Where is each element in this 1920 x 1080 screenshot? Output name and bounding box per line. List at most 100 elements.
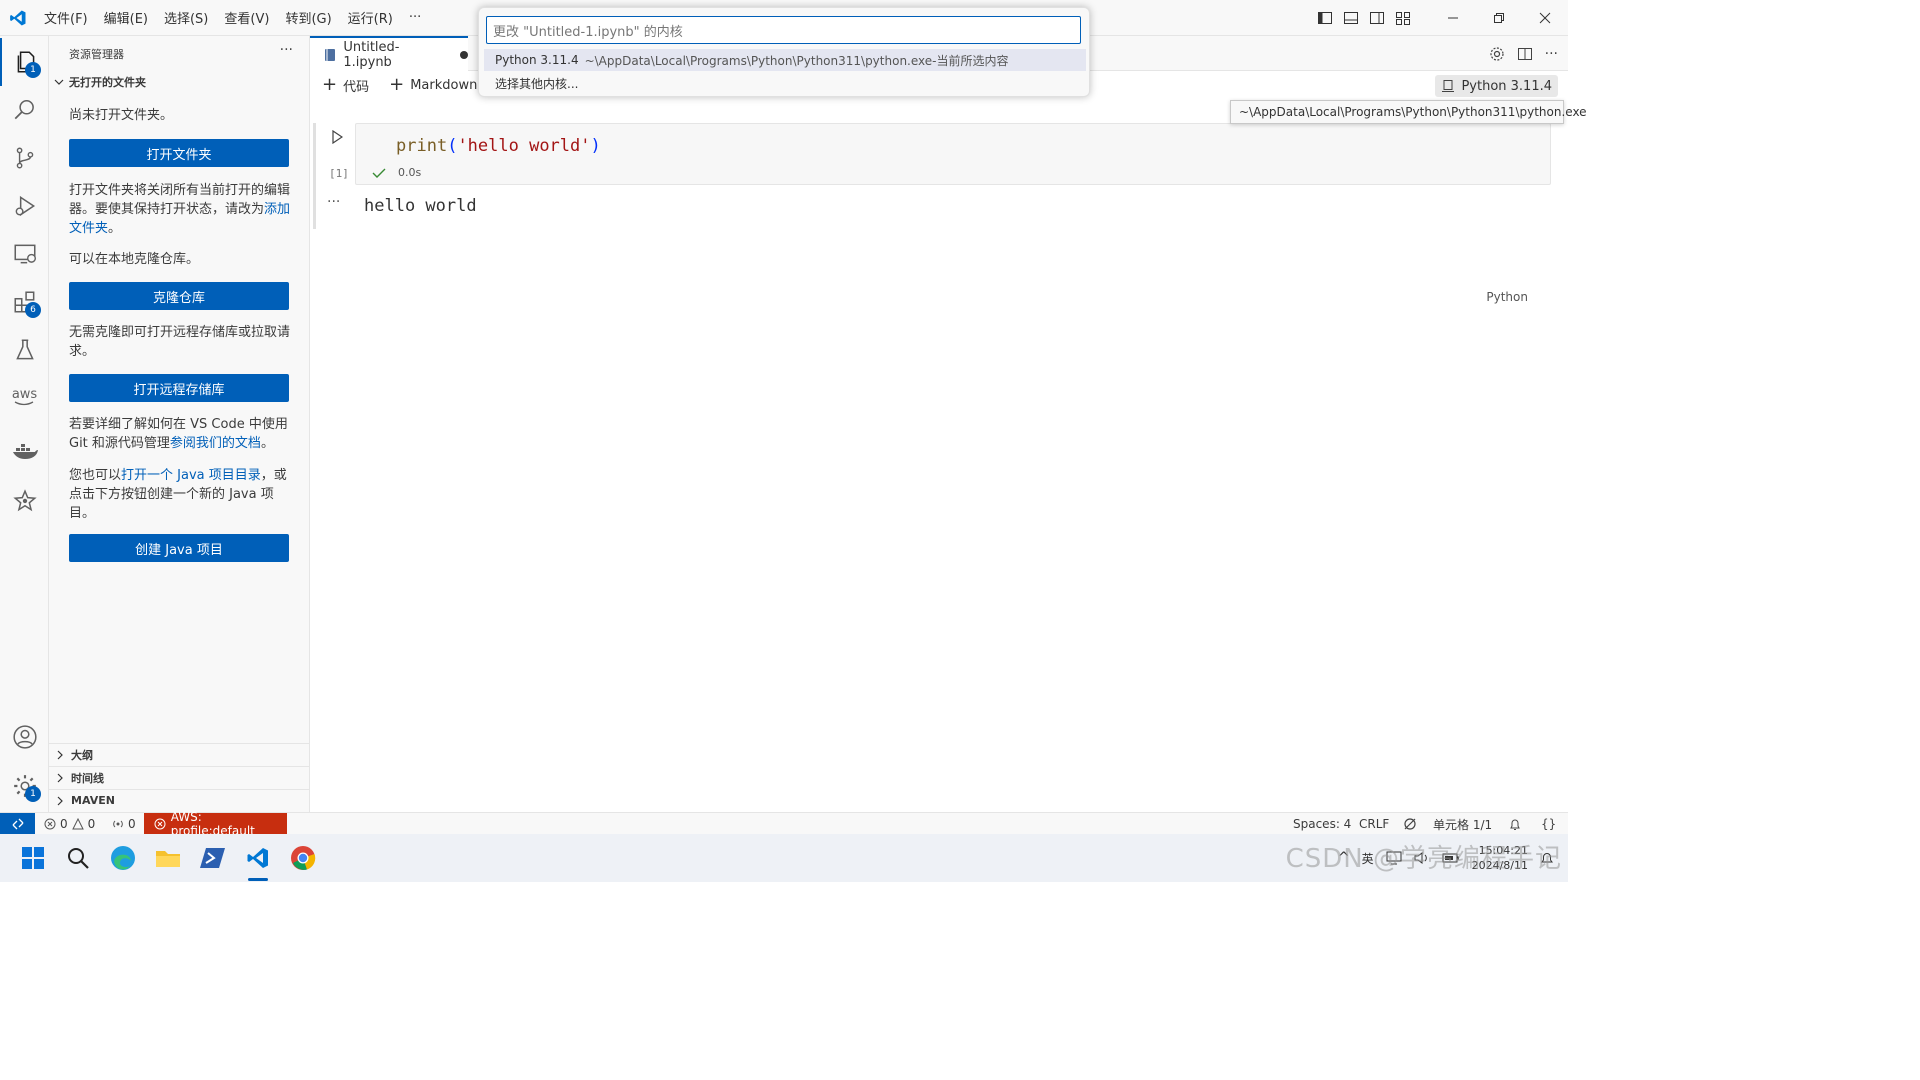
notifications-bell-icon[interactable] (1509, 813, 1521, 835)
toggle-panel-icon[interactable] (1338, 0, 1364, 36)
copilot-icon[interactable] (1402, 813, 1418, 835)
error-count: 0 (60, 817, 68, 831)
cell-code[interactable]: print('hello world') (396, 136, 601, 156)
docker-icon[interactable] (0, 428, 49, 476)
open-remote-repo-button[interactable]: 打开远程存储库 (69, 374, 289, 402)
section-title: 无打开的文件夹 (69, 76, 146, 89)
remote-repo-text: 无需克隆即可打开远程存储库或拉取请求。 (69, 325, 291, 359)
menu-view[interactable]: 查看(V) (216, 8, 277, 27)
add-code-cell-button[interactable]: + 代码 (310, 76, 377, 95)
code-paren-open: ( (447, 136, 458, 156)
broadcast-icon (113, 820, 123, 828)
run-debug-icon[interactable] (0, 182, 49, 230)
cell-language[interactable]: Python (1486, 290, 1528, 304)
explorer-icon[interactable]: 1 (0, 38, 49, 86)
add-markdown-cell-button[interactable]: + Markdown (377, 76, 485, 94)
sidebar-title: 资源管理器 (69, 48, 124, 61)
chevron-right-icon (57, 773, 63, 782)
tab-untitled-notebook[interactable]: Untitled-1.ipynb (310, 36, 468, 71)
menu-edit[interactable]: 编辑(E) (96, 8, 156, 27)
item-label: Python 3.11.4 (495, 53, 579, 67)
braces-icon[interactable]: {} (1541, 813, 1556, 835)
chrome-browser-icon[interactable] (287, 842, 319, 874)
error-icon (44, 818, 56, 830)
remote-explorer-icon[interactable] (0, 230, 49, 278)
menu-file[interactable]: 文件(F) (36, 8, 96, 27)
open-folder-button[interactable]: 打开文件夹 (69, 139, 289, 167)
cell-status: 0.0s (372, 166, 421, 179)
restore-button[interactable] (1476, 0, 1522, 36)
remote-indicator-icon[interactable] (0, 813, 35, 835)
toggle-secondary-sidebar-icon[interactable] (1364, 0, 1390, 36)
kernel-picker-button[interactable]: Python 3.11.4 (1435, 75, 1558, 97)
kernel-path-tooltip: ~\AppData\Local\Programs\Python\Python31… (1230, 100, 1587, 124)
execution-count: [1] (329, 167, 349, 180)
tab-label: Untitled-1.ipynb (343, 39, 400, 70)
unsaved-dot-icon[interactable] (460, 50, 468, 59)
code-string: 'hello world' (457, 136, 591, 156)
docs-link[interactable]: 参阅我们的文档 (170, 436, 261, 451)
edge-browser-icon[interactable] (107, 842, 139, 874)
split-editor-icon[interactable] (1517, 46, 1533, 62)
search-icon[interactable] (62, 842, 94, 874)
menu-run[interactable]: 运行(R) (340, 8, 401, 27)
aws-label: aws (11, 387, 38, 402)
more-actions-icon[interactable]: ··· (1545, 46, 1558, 62)
eol-indicator[interactable]: CRLF (1359, 813, 1389, 835)
file-explorer-icon[interactable] (152, 842, 184, 874)
run-cell-icon[interactable] (328, 128, 346, 146)
quick-pick-item-python[interactable]: Python 3.11.4 ~\AppData\Local\Programs\P… (484, 49, 1086, 71)
settings-gear-icon[interactable]: 1 (0, 762, 49, 810)
outline-section[interactable]: 大纲 (49, 743, 310, 765)
cell-position-indicator[interactable]: 单元格 1/1 (1433, 813, 1492, 835)
menu-go[interactable]: 转到(G) (277, 8, 339, 27)
minimize-button[interactable] (1430, 0, 1476, 36)
menu-selection[interactable]: 选择(S) (156, 8, 216, 27)
powershell-icon[interactable] (197, 842, 229, 874)
kernel-icon (1442, 80, 1455, 92)
windows-start-icon[interactable] (17, 842, 49, 874)
maven-section[interactable]: MAVEN (49, 789, 310, 811)
active-app-indicator (248, 878, 268, 881)
testing-flask-icon[interactable] (0, 326, 49, 374)
aws-profile-indicator[interactable]: AWS: profile:default (144, 810, 287, 838)
no-folder-section-header[interactable]: 无打开的文件夹 (53, 74, 146, 90)
settings-gear-icon[interactable] (1489, 46, 1505, 62)
extensions-badge: 6 (25, 302, 41, 318)
vscode-taskbar-icon[interactable] (242, 842, 274, 874)
plus-icon: + (322, 74, 338, 95)
aws-icon[interactable]: aws (0, 374, 49, 422)
ai-assistant-icon[interactable] (0, 478, 49, 526)
explorer-sidebar: 资源管理器 ··· 无打开的文件夹 尚未打开文件夹。 打开文件夹 打开文件夹将关… (49, 36, 310, 812)
csdn-watermark: CSDN @学亮编程手记 (1285, 844, 1562, 874)
timeline-section[interactable]: 时间线 (49, 766, 310, 788)
menu-more[interactable]: ··· (401, 10, 429, 25)
sidebar-more-button[interactable]: ··· (280, 42, 293, 58)
timeline-label: 时间线 (71, 771, 104, 785)
toggle-primary-sidebar-icon[interactable] (1312, 0, 1338, 36)
cell-focus-indicator (313, 123, 316, 229)
chevron-down-icon (54, 79, 64, 85)
java-project-text: 您也可以打开一个 Java 项目目录，或点击下方按钮创建一个新的 Java 项目… (69, 466, 291, 523)
clone-repo-button[interactable]: 克隆仓库 (69, 282, 289, 310)
source-control-icon[interactable] (0, 134, 49, 182)
quick-pick-input[interactable]: 更改 "Untitled-1.ipynb" 的内核 (486, 16, 1081, 44)
spaces-indicator[interactable]: Spaces: 4 (1293, 813, 1351, 835)
accounts-icon[interactable] (0, 713, 49, 761)
kernel-label: Python 3.11.4 (1461, 78, 1552, 94)
search-icon[interactable] (0, 86, 49, 134)
chevron-right-icon (57, 796, 63, 805)
error-circle-icon (154, 818, 166, 830)
problems-indicator[interactable]: 0 0 (44, 813, 95, 835)
create-java-project-button[interactable]: 创建 Java 项目 (69, 534, 289, 562)
ports-indicator[interactable]: 0 (112, 813, 136, 835)
quick-pick-item-other-kernel[interactable]: 选择其他内核... (484, 72, 1086, 94)
customize-layout-icon[interactable] (1390, 0, 1416, 36)
extensions-icon[interactable]: 6 (0, 278, 49, 326)
no-folder-text: 尚未打开文件夹。 (69, 108, 174, 123)
open-java-project-link[interactable]: 打开一个 Java 项目目录 (121, 468, 261, 483)
close-button[interactable] (1522, 0, 1568, 36)
output-more-button[interactable]: ··· (327, 194, 340, 210)
chevron-right-icon (57, 750, 63, 759)
code-paren-close: ) (590, 136, 601, 156)
